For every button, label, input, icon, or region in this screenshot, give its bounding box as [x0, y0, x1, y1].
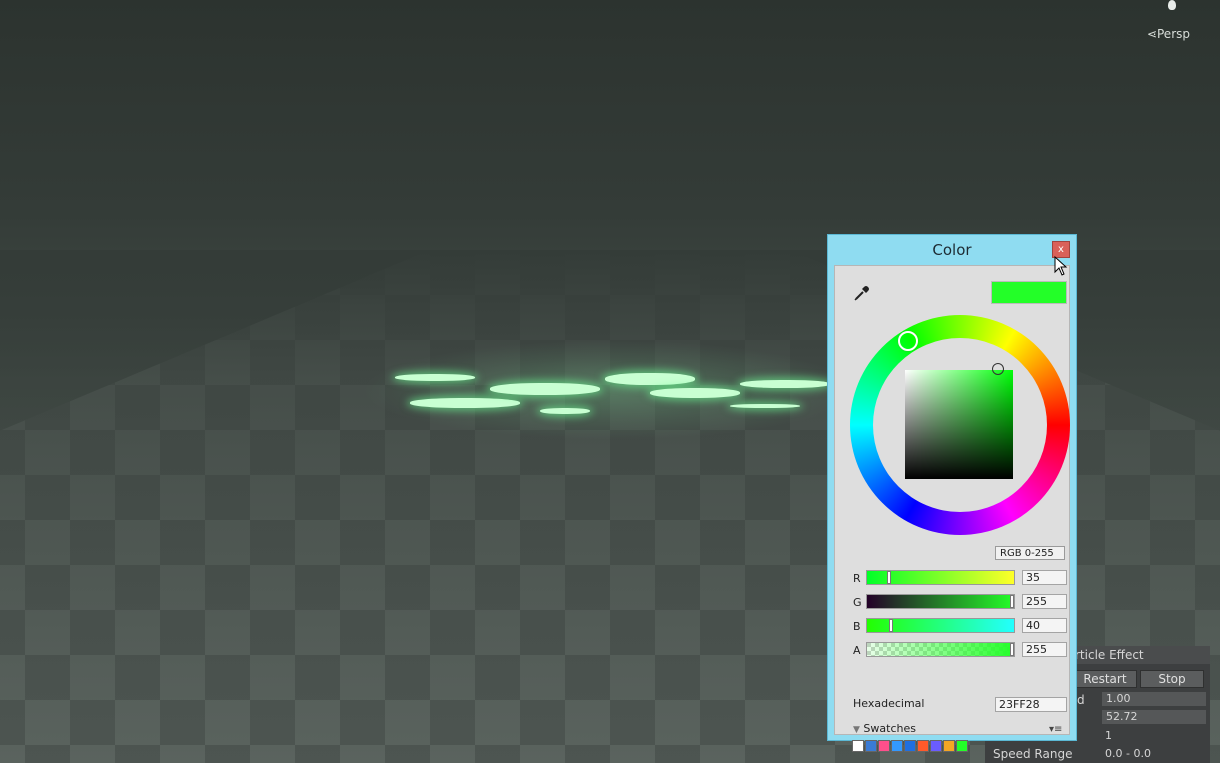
color-swatch[interactable] — [956, 740, 968, 752]
slider-thumb[interactable] — [1010, 643, 1014, 656]
property-row: Speed Range 0.0 - 0.0 — [985, 746, 1210, 762]
color-swatch[interactable] — [943, 740, 955, 752]
color-swatch[interactable] — [917, 740, 929, 752]
particle-splat — [605, 373, 695, 385]
stop-button[interactable]: Stop — [1140, 670, 1204, 688]
hex-label: Hexadecimal — [853, 697, 925, 710]
color-preview-swatch[interactable] — [991, 281, 1067, 304]
saturation-value-square[interactable] — [905, 370, 1013, 479]
channel-label-g: G — [853, 596, 862, 609]
color-swatch[interactable] — [878, 740, 890, 752]
restart-button[interactable]: Restart — [1073, 670, 1137, 688]
slider-thumb[interactable] — [889, 619, 893, 632]
window-title: Color — [932, 241, 972, 259]
hue-handle[interactable] — [898, 331, 918, 351]
speed-range-value: 0.0 - 0.0 — [1105, 747, 1151, 760]
color-swatch[interactable] — [865, 740, 877, 752]
color-swatch[interactable] — [904, 740, 916, 752]
property-label: d — [1077, 693, 1085, 707]
blue-value-field[interactable]: 40 — [1022, 618, 1067, 633]
particle-count-value: 1 — [1105, 729, 1112, 742]
slider-thumb[interactable] — [887, 571, 891, 584]
particle-splat — [395, 374, 475, 381]
color-mode-dropdown[interactable]: RGB 0-255 — [995, 546, 1065, 560]
playback-time-field[interactable]: 52.72 — [1102, 710, 1206, 724]
particle-splat — [490, 383, 600, 395]
particle-splat — [740, 380, 830, 388]
hex-input[interactable]: 23FF28 — [995, 697, 1067, 712]
slider-thumb[interactable] — [1010, 595, 1014, 608]
particle-splat — [410, 398, 520, 408]
particle-splat — [650, 388, 740, 398]
scene-gizmo-icon[interactable] — [1168, 0, 1176, 10]
alpha-slider[interactable] — [866, 642, 1015, 657]
swatches-foldout[interactable]: ▼ Swatches — [853, 722, 916, 735]
color-swatch[interactable] — [930, 740, 942, 752]
alpha-value-field[interactable]: 255 — [1022, 642, 1067, 657]
color-swatch[interactable] — [891, 740, 903, 752]
particle-splat — [730, 404, 800, 408]
green-slider[interactable] — [866, 594, 1015, 609]
green-value-field[interactable]: 255 — [1022, 594, 1067, 609]
blue-slider[interactable] — [866, 618, 1015, 633]
channel-label-a: A — [853, 644, 861, 657]
projection-label[interactable]: ⋖Persp — [1147, 27, 1190, 41]
saturation-value-handle[interactable] — [992, 363, 1004, 375]
color-swatch[interactable] — [852, 740, 864, 752]
property-label: Speed Range — [993, 747, 1073, 761]
mouse-cursor-icon — [1054, 256, 1068, 276]
playback-speed-field[interactable]: 1.00 — [1102, 692, 1206, 706]
color-picker-body: RGB 0-255 R 35 G 255 B 40 A 255 Hexadeci… — [834, 265, 1070, 752]
red-slider[interactable] — [866, 570, 1015, 585]
channel-label-r: R — [853, 572, 861, 585]
channel-label-b: B — [853, 620, 861, 633]
eyedropper-icon[interactable] — [853, 284, 871, 302]
red-value-field[interactable]: 35 — [1022, 570, 1067, 585]
foldout-triangle-icon: ▼ — [853, 725, 860, 735]
swatch-row — [852, 740, 969, 752]
swatch-menu-icon[interactable]: ▾≡ — [1049, 724, 1062, 735]
persp-arrow-icon: ⋖ — [1146, 27, 1157, 41]
color-picker-window[interactable]: Color x RGB 0-255 R 35 G 255 B 40 A 255 … — [827, 234, 1077, 752]
particle-glow — [360, 340, 860, 440]
particle-splat — [540, 408, 590, 414]
